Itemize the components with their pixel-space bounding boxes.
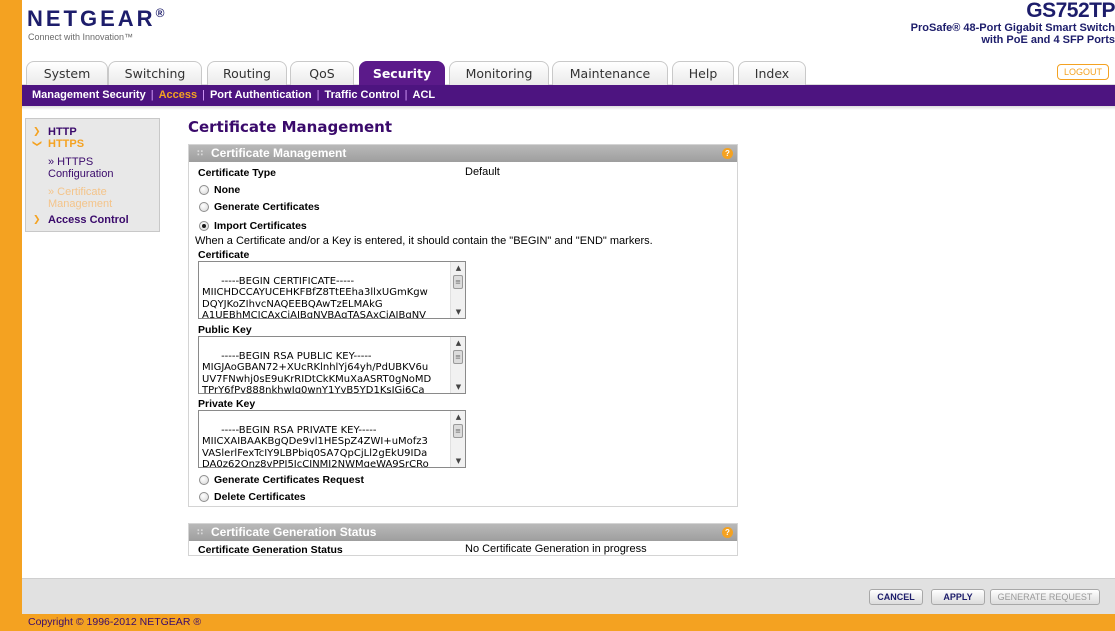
tab-security[interactable]: Security [359, 61, 445, 85]
header: NETGEAR® Connect with Innovation™ GS752T… [22, 0, 1115, 58]
radio-import-certificates-label: Import Certificates [214, 220, 307, 232]
subnav-shadow [22, 106, 1115, 110]
subnav-separator: | [202, 89, 205, 101]
scroll-down-icon[interactable]: ▼ [451, 381, 465, 393]
main-tab-bar: System Switching Routing QoS Security Mo… [22, 58, 1115, 85]
status-value: No Certificate Generation in progress [465, 543, 647, 555]
subnav-separator: | [316, 89, 320, 101]
tab-qos[interactable]: QoS [290, 61, 354, 85]
scroll-down-icon[interactable]: ▼ [451, 306, 465, 318]
radio-generate-certificates-request-label: Generate Certificates Request [214, 474, 364, 486]
model-desc-line-1: ProSafe® 48-Port Gigabit Smart Switch [910, 22, 1115, 34]
logout-button[interactable]: LOGOUT [1056, 64, 1109, 80]
scroll-up-icon[interactable]: ▲ [451, 262, 465, 274]
tab-help[interactable]: Help [672, 61, 734, 85]
tab-monitoring[interactable]: Monitoring [449, 61, 549, 85]
model-desc-line-2: with PoE and 4 SFP Ports [981, 34, 1115, 46]
certificate-type-label: Certificate Type [198, 167, 276, 179]
certificate-text: -----BEGIN CERTIFICATE----- MIICHDCCAYUC… [202, 275, 428, 319]
tagline: Connect with Innovation™ [28, 32, 134, 42]
page-title: Certificate Management [188, 118, 393, 136]
sidebar-item-https[interactable]: ❯ HTTPS [26, 138, 161, 150]
radio-generate-certificates-request[interactable] [199, 475, 209, 485]
radio-generate-certificates[interactable] [199, 202, 209, 212]
chevron-down-icon: ❯ [32, 139, 43, 148]
scroll-up-icon[interactable]: ▲ [451, 411, 465, 423]
private-key-textarea[interactable]: -----BEGIN RSA PRIVATE KEY----- MIICXAIB… [198, 410, 466, 468]
radio-import-certificates[interactable] [199, 221, 209, 231]
panel-header: ∷ Certificate Generation Status ? [189, 524, 737, 541]
subnav-separator: | [404, 89, 408, 101]
apply-button[interactable]: APPLY [931, 589, 985, 605]
sidebar-item-http[interactable]: ❯ HTTP [26, 126, 161, 138]
help-icon[interactable]: ? [722, 527, 733, 538]
radio-none[interactable] [199, 185, 209, 195]
sidebar-item-access-control[interactable]: ❯ Access Control [26, 214, 161, 226]
private-key-label: Private Key [198, 398, 256, 410]
sidebar-item-label: Access Control [48, 214, 129, 226]
tab-switching[interactable]: Switching [108, 61, 202, 85]
left-navigation: ❯ HTTP ❯ HTTPS » HTTPS Configuration » C… [25, 118, 160, 232]
subnav-acl[interactable]: ACL [413, 89, 436, 101]
certificate-type-value: Default [465, 166, 500, 178]
public-key-label: Public Key [198, 324, 252, 336]
sidebar-item-label: HTTPS [48, 138, 85, 150]
page: NETGEAR® Connect with Innovation™ GS752T… [22, 0, 1115, 631]
sidebar-subitem-https-configuration[interactable]: » HTTPS Configuration [48, 156, 158, 180]
certificate-management-panel: ∷ Certificate Management ? Certificate T… [188, 144, 738, 507]
public-key-text: -----BEGIN RSA PUBLIC KEY----- MIGJAoGBA… [202, 350, 432, 394]
radio-delete-certificates-label: Delete Certificates [214, 491, 306, 503]
help-icon[interactable]: ? [722, 148, 733, 159]
button-bar: CANCEL APPLY GENERATE REQUEST [22, 578, 1115, 614]
textarea-scrollbar[interactable]: ▲ ≡ ▼ [450, 337, 465, 393]
marker-note: When a Certificate and/or a Key is enter… [195, 235, 653, 247]
scroll-thumb[interactable]: ≡ [453, 275, 463, 289]
panel-header: ∷ Certificate Management ? [189, 145, 737, 162]
tab-system[interactable]: System [26, 61, 108, 85]
model-description: ProSafe® 48-Port Gigabit Smart Switch wi… [835, 22, 1115, 46]
tab-routing[interactable]: Routing [207, 61, 287, 85]
chevron-right-icon: ❯ [33, 126, 41, 136]
scroll-down-icon[interactable]: ▼ [451, 455, 465, 467]
tab-maintenance[interactable]: Maintenance [552, 61, 668, 85]
grip-icon: ∷ [197, 527, 204, 537]
subnav-traffic-control[interactable]: Traffic Control [324, 89, 399, 101]
textarea-scrollbar[interactable]: ▲ ≡ ▼ [450, 262, 465, 318]
textarea-scrollbar[interactable]: ▲ ≡ ▼ [450, 411, 465, 467]
subnav-access[interactable]: Access [159, 89, 198, 101]
sidebar-item-label: HTTP [48, 126, 77, 138]
panel-title: Certificate Management [211, 146, 347, 160]
certificate-generation-status-panel: ∷ Certificate Generation Status ? Certif… [188, 523, 738, 556]
sidebar-subitem-certificate-management[interactable]: » Certificate Management [48, 186, 158, 210]
certificate-textarea[interactable]: -----BEGIN CERTIFICATE----- MIICHDCCAYUC… [198, 261, 466, 319]
subnav-management-security[interactable]: Management Security [32, 89, 146, 101]
cancel-button[interactable]: CANCEL [869, 589, 923, 605]
radio-generate-certificates-label: Generate Certificates [214, 201, 320, 213]
status-label: Certificate Generation Status [198, 544, 343, 556]
tab-index[interactable]: Index [738, 61, 806, 85]
private-key-text: -----BEGIN RSA PRIVATE KEY----- MIICXAIB… [202, 424, 429, 468]
grip-icon: ∷ [197, 148, 204, 158]
scroll-thumb[interactable]: ≡ [453, 424, 463, 438]
logo-text: NETGEAR [27, 6, 156, 31]
netgear-logo[interactable]: NETGEAR® [27, 6, 164, 32]
public-key-textarea[interactable]: -----BEGIN RSA PUBLIC KEY----- MIGJAoGBA… [198, 336, 466, 394]
chevron-right-icon: ❯ [33, 214, 41, 224]
scroll-thumb[interactable]: ≡ [453, 350, 463, 364]
panel-title: Certificate Generation Status [211, 525, 377, 539]
security-subnav: Management Security | Access | Port Authenti… [22, 85, 1115, 106]
subnav-port-authentication[interactable]: Port Authentication [210, 89, 312, 101]
radio-none-label: None [214, 184, 241, 196]
certificate-label: Certificate [198, 249, 250, 261]
subnav-separator: | [150, 89, 154, 101]
logo-mark: ® [155, 6, 165, 20]
radio-delete-certificates[interactable] [199, 492, 209, 502]
copyright-bar: Copyright © 1996-2012 NETGEAR ® [22, 614, 1115, 631]
left-accent-bar [0, 0, 22, 631]
generate-request-button[interactable]: GENERATE REQUEST [990, 589, 1100, 605]
scroll-up-icon[interactable]: ▲ [451, 337, 465, 349]
model-name: GS752TP [1026, 0, 1115, 22]
